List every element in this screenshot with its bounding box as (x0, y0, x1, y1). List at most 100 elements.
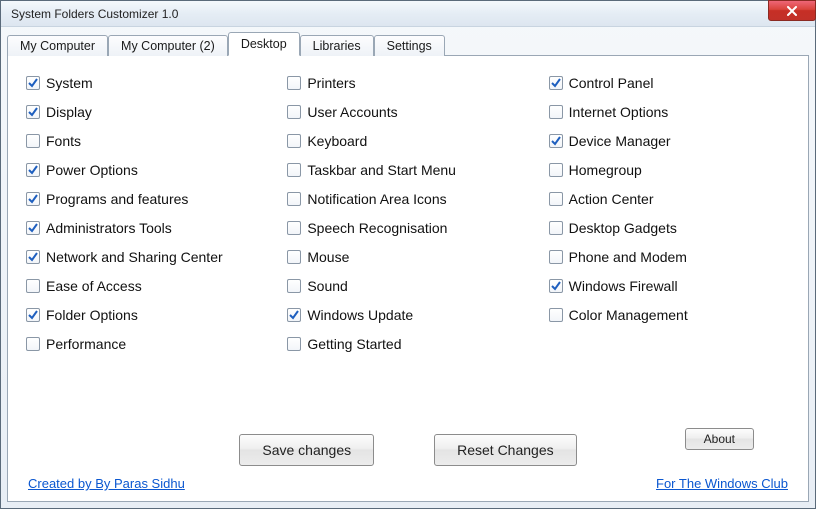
checkbox-desktop-gadgets[interactable] (549, 221, 563, 235)
tab-settings[interactable]: Settings (374, 35, 445, 56)
close-button[interactable] (768, 0, 816, 21)
checkbox-ease-of-access[interactable] (26, 279, 40, 293)
option-label: Speech Recognisation (307, 219, 447, 237)
option-label: Power Options (46, 161, 138, 179)
option-label: System (46, 74, 93, 92)
option-label: Ease of Access (46, 277, 142, 295)
save-button[interactable]: Save changes (239, 434, 374, 466)
option-keyboard[interactable]: Keyboard (287, 132, 528, 150)
option-label: Fonts (46, 132, 81, 150)
option-notification-area-icons[interactable]: Notification Area Icons (287, 190, 528, 208)
checkbox-printers[interactable] (287, 76, 301, 90)
option-color-management[interactable]: Color Management (549, 306, 790, 324)
option-mouse[interactable]: Mouse (287, 248, 528, 266)
option-action-center[interactable]: Action Center (549, 190, 790, 208)
option-windows-firewall[interactable]: Windows Firewall (549, 277, 790, 295)
checkbox-windows-update[interactable] (287, 308, 301, 322)
option-user-accounts[interactable]: User Accounts (287, 103, 528, 121)
checkbox-fonts[interactable] (26, 134, 40, 148)
option-getting-started[interactable]: Getting Started (287, 335, 528, 353)
option-label: Notification Area Icons (307, 190, 446, 208)
checkbox-taskbar-and-start-menu[interactable] (287, 163, 301, 177)
tab-libraries[interactable]: Libraries (300, 35, 374, 56)
checkbox-internet-options[interactable] (549, 105, 563, 119)
option-label: Keyboard (307, 132, 367, 150)
window-title: System Folders Customizer 1.0 (11, 7, 809, 21)
option-control-panel[interactable]: Control Panel (549, 74, 790, 92)
option-performance[interactable]: Performance (26, 335, 267, 353)
option-speech-recognisation[interactable]: Speech Recognisation (287, 219, 528, 237)
checkbox-programs-and-features[interactable] (26, 192, 40, 206)
option-label: Windows Update (307, 306, 413, 324)
option-label: Control Panel (569, 74, 654, 92)
site-link[interactable]: For The Windows Club (656, 476, 788, 491)
option-network-and-sharing-center[interactable]: Network and Sharing Center (26, 248, 267, 266)
checkbox-folder-options[interactable] (26, 308, 40, 322)
option-system[interactable]: System (26, 74, 267, 92)
option-label: Administrators Tools (46, 219, 172, 237)
option-power-options[interactable]: Power Options (26, 161, 267, 179)
column-1: System Display Fonts Power Options Programs … (26, 74, 267, 418)
titlebar[interactable]: System Folders Customizer 1.0 (1, 1, 815, 27)
column-2: Printers User Accounts Keyboard Taskbar and… (287, 74, 528, 418)
checkbox-speech-recognisation[interactable] (287, 221, 301, 235)
option-label: Programs and features (46, 190, 188, 208)
option-label: Phone and Modem (569, 248, 687, 266)
checkbox-homegroup[interactable] (549, 163, 563, 177)
option-fonts[interactable]: Fonts (26, 132, 267, 150)
option-label: Desktop Gadgets (569, 219, 677, 237)
checkbox-display[interactable] (26, 105, 40, 119)
checkbox-system[interactable] (26, 76, 40, 90)
option-label: Sound (307, 277, 347, 295)
option-sound[interactable]: Sound (287, 277, 528, 295)
option-ease-of-access[interactable]: Ease of Access (26, 277, 267, 295)
checkbox-notification-area-icons[interactable] (287, 192, 301, 206)
option-label: Action Center (569, 190, 654, 208)
reset-button[interactable]: Reset Changes (434, 434, 577, 466)
option-label: Display (46, 103, 92, 121)
tab-my-computer[interactable]: My Computer (7, 35, 108, 56)
option-administrators-tools[interactable]: Administrators Tools (26, 219, 267, 237)
option-label: Device Manager (569, 132, 671, 150)
option-label: Mouse (307, 248, 349, 266)
checkbox-action-center[interactable] (549, 192, 563, 206)
option-windows-update[interactable]: Windows Update (287, 306, 528, 324)
option-label: Printers (307, 74, 355, 92)
checkbox-windows-firewall[interactable] (549, 279, 563, 293)
checkbox-device-manager[interactable] (549, 134, 563, 148)
option-programs-and-features[interactable]: Programs and features (26, 190, 267, 208)
tab-panel-desktop: System Display Fonts Power Options Programs … (7, 55, 809, 502)
about-button[interactable]: About (685, 428, 754, 450)
option-device-manager[interactable]: Device Manager (549, 132, 790, 150)
checkbox-user-accounts[interactable] (287, 105, 301, 119)
author-link[interactable]: Created by By Paras Sidhu (28, 476, 185, 491)
option-label: Homegroup (569, 161, 642, 179)
option-desktop-gadgets[interactable]: Desktop Gadgets (549, 219, 790, 237)
checkbox-getting-started[interactable] (287, 337, 301, 351)
option-label: User Accounts (307, 103, 397, 121)
option-internet-options[interactable]: Internet Options (549, 103, 790, 121)
option-display[interactable]: Display (26, 103, 267, 121)
option-printers[interactable]: Printers (287, 74, 528, 92)
option-label: Internet Options (569, 103, 669, 121)
checkbox-administrators-tools[interactable] (26, 221, 40, 235)
checkbox-color-management[interactable] (549, 308, 563, 322)
tabstrip: My ComputerMy Computer (2)DesktopLibrari… (7, 31, 809, 55)
button-row: Save changes Reset Changes About (26, 418, 790, 474)
tab-my-computer-2[interactable]: My Computer (2) (108, 35, 228, 56)
checkbox-performance[interactable] (26, 337, 40, 351)
option-label: Windows Firewall (569, 277, 678, 295)
checkbox-power-options[interactable] (26, 163, 40, 177)
checkbox-network-and-sharing-center[interactable] (26, 250, 40, 264)
option-label: Color Management (569, 306, 688, 324)
option-homegroup[interactable]: Homegroup (549, 161, 790, 179)
checkbox-phone-and-modem[interactable] (549, 250, 563, 264)
checkbox-control-panel[interactable] (549, 76, 563, 90)
checkbox-mouse[interactable] (287, 250, 301, 264)
option-folder-options[interactable]: Folder Options (26, 306, 267, 324)
checkbox-keyboard[interactable] (287, 134, 301, 148)
checkbox-sound[interactable] (287, 279, 301, 293)
option-taskbar-and-start-menu[interactable]: Taskbar and Start Menu (287, 161, 528, 179)
tab-desktop[interactable]: Desktop (228, 32, 300, 56)
option-phone-and-modem[interactable]: Phone and Modem (549, 248, 790, 266)
